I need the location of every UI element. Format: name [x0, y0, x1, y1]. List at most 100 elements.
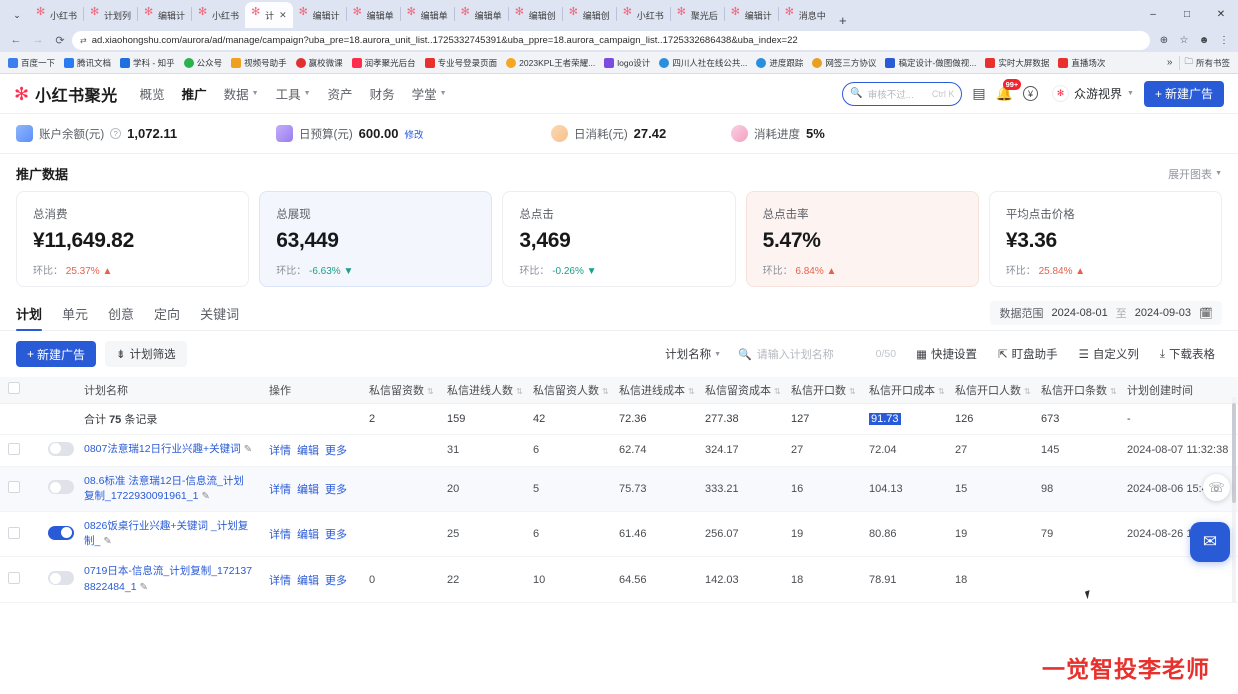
bookmark-item[interactable]: 实时大屏数据 [981, 57, 1053, 69]
enable-toggle[interactable] [48, 526, 74, 540]
row-checkbox[interactable] [8, 481, 20, 493]
col-dm-open-users[interactable]: 私信开口人数⇅ [947, 377, 1033, 403]
browser-tab[interactable]: 编辑单 [455, 2, 508, 28]
menu-icon[interactable]: ⋮ [1216, 35, 1232, 46]
nav-item-academy[interactable]: 学堂▼ [412, 81, 447, 106]
tab-keywords[interactable]: 关键词 [200, 304, 239, 330]
notification-bell-icon[interactable]: 🔔99+ [996, 85, 1013, 102]
enable-toggle[interactable] [48, 480, 74, 494]
all-bookmarks-button[interactable]: 🗀所有书签 [1179, 56, 1234, 70]
browser-tab[interactable]: 小红书 [192, 2, 245, 28]
minimize-button[interactable]: – [1136, 9, 1170, 20]
metric-card-total-impressions[interactable]: 总展现 63,449 环比： -6.63% ▼ [259, 191, 492, 287]
quick-setup-button[interactable]: ▦ 快捷设置 [909, 341, 984, 367]
nav-item-finance[interactable]: 财务 [370, 81, 395, 106]
create-ad-button-toolbar[interactable]: + 新建广告 [16, 341, 96, 367]
browser-tab[interactable]: 小红书 [617, 2, 670, 28]
brand[interactable]: ✻ 小红书聚光 [14, 82, 118, 106]
bookmark-item[interactable]: logo设计 [600, 57, 654, 69]
sort-icon[interactable]: ⇅ [516, 387, 523, 396]
op-more-link[interactable]: 更多 [325, 442, 347, 458]
sort-icon[interactable]: ⇅ [938, 387, 945, 396]
edit-budget-link[interactable]: 修改 [404, 127, 423, 141]
op-more-link[interactable]: 更多 [325, 481, 347, 497]
nav-item-assets[interactable]: 资产 [328, 81, 353, 106]
table-row[interactable]: 0719日本-信息流_计划复制_1721378822484_1 ✎ 详情 编辑 … [0, 557, 1238, 602]
date-range-picker[interactable]: 数据范围 2024-08-01 至 2024-09-03 🗓 [990, 301, 1222, 325]
custom-columns-button[interactable]: ☰ 自定义列 [1072, 341, 1146, 367]
bookmarks-overflow-button[interactable]: » [1161, 57, 1179, 68]
bookmark-item[interactable]: 直播场次 [1054, 57, 1109, 69]
close-icon[interactable]: ✕ [279, 10, 287, 21]
plan-search-input[interactable]: 🔍 请输入计划名称 0/50 [732, 341, 902, 367]
sort-icon[interactable]: ⇅ [688, 387, 695, 396]
op-detail-link[interactable]: 详情 [269, 442, 291, 458]
op-edit-link[interactable]: 编辑 [297, 526, 319, 542]
browser-tab[interactable]: 消息中 [779, 2, 832, 28]
address-bar[interactable]: ⇄ ad.xiaohongshu.com/aurora/ad/manage/ca… [72, 31, 1150, 50]
browser-tab[interactable]: 计划列 [84, 2, 137, 28]
bookmark-item[interactable]: 学科 - 知乎 [116, 57, 179, 69]
op-more-link[interactable]: 更多 [325, 572, 347, 588]
bookmark-item[interactable]: 稿定设计-做图做视... [881, 57, 980, 69]
plan-name[interactable]: 0807法意瑞12日行业兴趣+关键词 [84, 443, 241, 455]
star-icon[interactable]: ☆ [1176, 35, 1192, 46]
nav-item-promotion[interactable]: 推广 [182, 81, 207, 106]
bookmark-item[interactable]: 专业号登录页面 [421, 57, 502, 69]
browser-tab[interactable]: 编辑计 [725, 2, 778, 28]
search-input[interactable]: 🔍 审核不过... Ctrl K [842, 82, 962, 106]
support-headset-icon[interactable]: ☏ [1203, 474, 1230, 501]
op-detail-link[interactable]: 详情 [269, 481, 291, 497]
metric-card-total-spend[interactable]: 总消费 ¥11,649.82 环比： 25.37% ▲ [16, 191, 249, 287]
col-dm-inbound-cost[interactable]: 私信进线成本⇅ [611, 377, 697, 403]
forward-button[interactable]: → [28, 34, 48, 46]
table-scrollbar-thumb[interactable] [1232, 403, 1236, 503]
table-row[interactable]: 08.6标准 法意瑞12日-信息流_计划复制_1722930091961_1 ✎… [0, 466, 1238, 511]
edit-pencil-icon[interactable]: ✎ [140, 582, 148, 593]
browser-tab[interactable]: 编辑单 [347, 2, 400, 28]
table-row[interactable]: 0807法意瑞12日行业兴趣+关键词 ✎ 详情 编辑 更多 31 6 62.74… [0, 434, 1238, 466]
row-checkbox[interactable] [8, 572, 20, 584]
mobile-preview-icon[interactable]: ▤ [972, 85, 985, 102]
close-window-button[interactable]: ✕ [1204, 9, 1238, 20]
enable-toggle[interactable] [48, 571, 74, 585]
sort-icon[interactable]: ⇅ [427, 387, 434, 396]
tab-targeting[interactable]: 定向 [154, 304, 180, 330]
edit-pencil-icon[interactable]: ✎ [103, 536, 111, 547]
browser-tab[interactable]: 聚光后 [671, 2, 724, 28]
browser-tab[interactable]: 编辑单 [401, 2, 454, 28]
browser-tab[interactable]: 编辑创 [509, 2, 562, 28]
sort-icon[interactable]: ⇅ [774, 387, 781, 396]
select-all-checkbox[interactable] [8, 382, 20, 394]
tab-list-button[interactable]: ⌄ [4, 2, 30, 28]
browser-tab[interactable]: 编辑计 [138, 2, 191, 28]
expand-chart-button[interactable]: 展开图表 ▼ [1168, 166, 1222, 182]
new-tab-button[interactable]: + [832, 13, 854, 28]
tab-adgroup[interactable]: 单元 [62, 304, 88, 330]
mail-icon[interactable]: ✉ [1190, 522, 1230, 562]
browser-tab[interactable]: 编辑创 [563, 2, 616, 28]
bookmark-item[interactable]: 2023KPL王者荣耀... [502, 57, 599, 69]
metric-card-avg-cpc[interactable]: 平均点击价格 ¥3.36 环比： 25.84% ▲ [989, 191, 1222, 287]
sort-icon[interactable]: ⇅ [1024, 387, 1031, 396]
nav-item-overview[interactable]: 概览 [140, 81, 165, 106]
bookmark-item[interactable]: 腾讯文档 [60, 57, 115, 69]
tab-campaign[interactable]: 计划 [16, 304, 42, 330]
download-table-button[interactable]: ⤓ 下载表格 [1153, 341, 1222, 367]
op-edit-link[interactable]: 编辑 [297, 572, 319, 588]
tab-creative[interactable]: 创意 [108, 304, 134, 330]
enable-toggle[interactable] [48, 442, 74, 456]
plan-filter-button[interactable]: ⇟ 计划筛选 [105, 341, 187, 367]
plan-name[interactable]: 0719日本-信息流_计划复制_1721378822484_1 [84, 565, 252, 592]
col-dm-inbound-users[interactable]: 私信进线人数⇅ [439, 377, 525, 403]
bookmark-item[interactable]: 公众号 [180, 57, 227, 69]
edit-pencil-icon[interactable]: ✎ [202, 491, 210, 502]
sort-icon[interactable]: ⇅ [602, 387, 609, 396]
sort-icon[interactable]: ⇅ [849, 387, 856, 396]
maximize-button[interactable]: □ [1170, 9, 1204, 20]
reload-button[interactable]: ⟳ [50, 34, 70, 47]
zoom-icon[interactable]: ⊕ [1156, 35, 1172, 46]
col-dm-lead-cost[interactable]: 私信留资成本⇅ [697, 377, 783, 403]
bookmark-item[interactable]: 网签三方协议 [808, 57, 880, 69]
col-dm-open-messages[interactable]: 私信开口条数⇅ [1033, 377, 1119, 403]
